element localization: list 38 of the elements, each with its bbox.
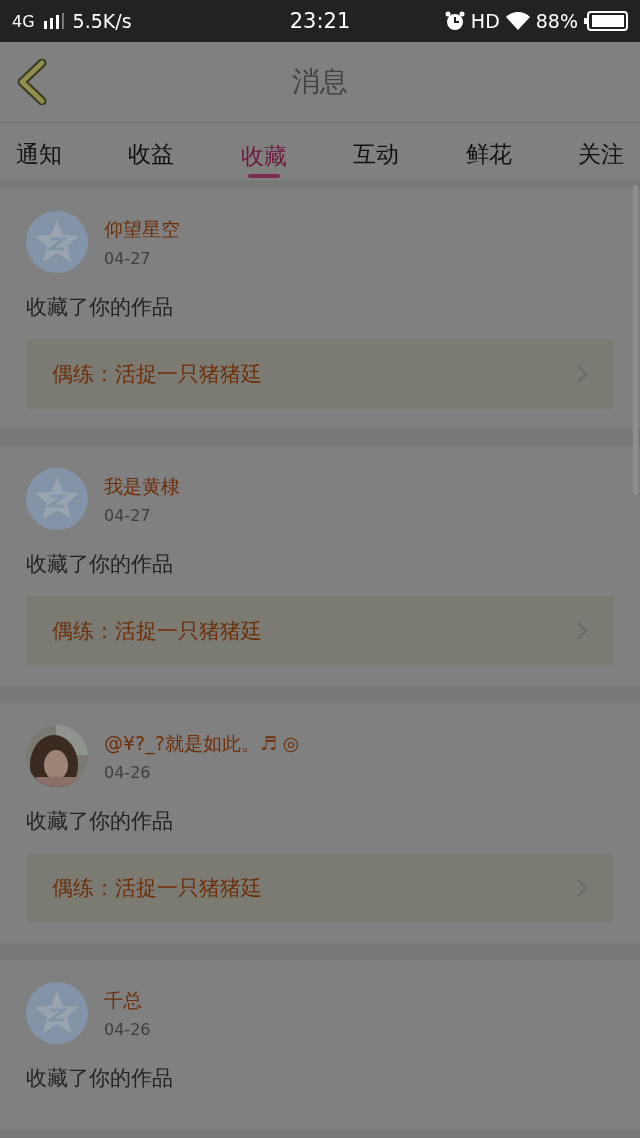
work-link[interactable]: 偶练：活捉一只猪猪廷 [26, 853, 614, 923]
message-date: 04-26 [104, 1019, 151, 1039]
work-title: 偶练：活捉一只猪猪廷 [52, 361, 262, 388]
network-speed: 5.5K/s [72, 10, 132, 32]
tab[interactable]: 通知 [10, 123, 68, 181]
work-title: 偶练：活捉一只猪猪廷 [52, 618, 262, 645]
message-date: 04-27 [104, 248, 152, 268]
tab[interactable]: 鲜花 [459, 123, 518, 181]
work-link[interactable]: 偶练：活捉一只猪猪廷 [26, 339, 614, 409]
work-link[interactable]: 偶练：活捉一只猪猪廷 [26, 596, 614, 666]
clock-time: 23:21 [289, 9, 351, 33]
tab[interactable]: 互动 [347, 123, 406, 181]
network-type: 4G [12, 11, 35, 31]
message-text: 收藏了你的作品 [26, 808, 174, 835]
user-name[interactable]: 仰望星空 [104, 216, 180, 243]
battery-icon [584, 11, 628, 31]
message-date: 04-26 [104, 762, 152, 782]
user-name[interactable]: @¥?_?就是如此。♬ ◎ [104, 730, 300, 757]
tab[interactable]: 收益 [122, 123, 181, 181]
tab[interactable]: 收藏 [234, 123, 293, 181]
message-text: 收藏了你的作品 [26, 294, 174, 321]
battery-percent: 88% [535, 10, 578, 32]
message-text: 收藏了你的作品 [26, 551, 174, 578]
user-name[interactable]: 千总 [104, 987, 151, 1014]
wifi-icon [505, 12, 530, 30]
tab[interactable]: 关注 [571, 123, 630, 181]
avatar-icon [26, 468, 88, 530]
avatar-icon [26, 982, 88, 1044]
message-date: 04-27 [104, 505, 152, 525]
work-title: 偶练：活捉一只猪猪廷 [52, 875, 262, 902]
avatar-icon [26, 211, 88, 273]
back-icon[interactable] [16, 59, 48, 105]
hd-indicator: HD [470, 10, 500, 32]
user-name[interactable]: 我是黄棣 [104, 473, 180, 500]
signal-icon [42, 13, 65, 29]
page-title: 消息 [292, 64, 348, 100]
alarm-icon [444, 11, 465, 31]
message-text: 收藏了你的作品 [26, 1065, 174, 1092]
